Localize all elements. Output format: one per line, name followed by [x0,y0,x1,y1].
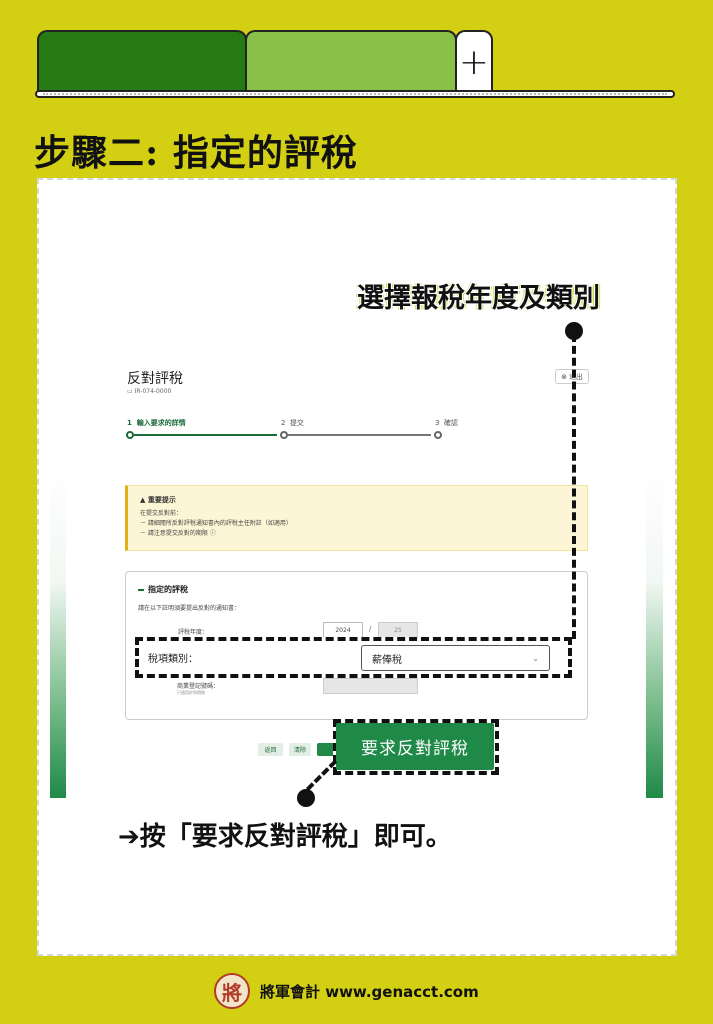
callout-dot-top [565,322,583,340]
tax-type-select[interactable]: 薪俸稅 ⌄ [361,645,550,671]
tab-2[interactable] [245,30,457,94]
warning-icon: ▲ [140,496,146,504]
year-from-input[interactable]: 2024 [323,622,363,638]
info-icon[interactable]: ⓘ [210,530,216,537]
step-progress-line-2 [288,434,431,436]
year-separator: / [369,625,372,633]
footer: 將 將軍會計 www.genacct.com [214,973,479,1009]
step-1-label: 1 輸入要求的詳情 [127,419,186,427]
tax-type-label: 稅項類別： [148,654,198,665]
callout-connector-vertical [572,334,576,639]
callout-dot-bottom [297,789,315,807]
exit-icon: ⊗ [561,372,567,381]
chevron-down-icon: ⌄ [532,653,539,663]
clear-button[interactable]: 清除 [289,743,311,756]
notice-line: 在提交反對前： [140,510,183,517]
page-title: 步驟二: 指定的評稅 [34,132,358,174]
step-2-label: 2 提交 [281,419,304,427]
step-3-dot [434,431,442,439]
year-label: 評稅年度： [178,629,209,636]
app-title: 反對評稅 [127,371,183,387]
app-subtitle: ▭ IR-074-0000 [127,388,172,395]
step-2-dot [280,431,288,439]
add-tab-button[interactable]: + [455,30,493,94]
brand-logo: 將 [214,973,250,1009]
notice-title: ▲ 重要提示 [140,496,176,504]
br-number-label: 商業登記號碼： [177,683,220,690]
callout-select-year-type: 選擇報稅年度及類別 [357,283,600,314]
notice-line: － 請細閱所反對評稅通知書內的評稅主任附註（如適用） [140,520,292,527]
year-to-input: 25 [378,622,418,638]
back-button[interactable]: 返回 [258,743,283,756]
important-notice: ▲ 重要提示 在提交反對前： － 請細閱所反對評稅通知書內的評稅主任附註（如適用… [125,485,588,551]
request-objection-button[interactable]: 要求反對評稅 [336,723,494,770]
form-description: 請在以下註明須要提出反對的通知書： [138,605,241,612]
step-progress-line [134,434,277,436]
step-3-label: 3 確認 [435,419,458,427]
br-number-note: 只適用於利得稅 [177,690,205,695]
notice-line: － 請注意提交反對的期限 ⓘ [140,530,216,537]
step-1-dot [126,431,134,439]
tab-1[interactable] [37,30,247,94]
tab-bar-line [35,90,675,98]
br-number-input[interactable] [323,678,418,694]
callout-press-button: ➔按「要求反對評稅」即可。 [118,822,452,852]
footer-text: 將軍會計 www.genacct.com [260,982,479,1001]
form-heading: 指定的評稅 [138,584,188,595]
